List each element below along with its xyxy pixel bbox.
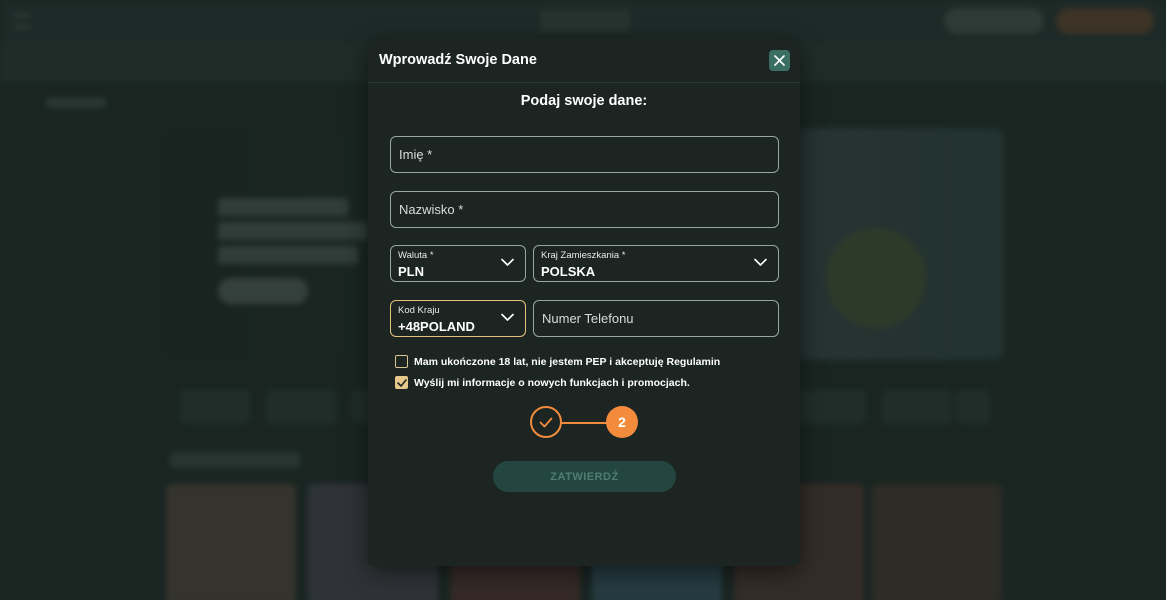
country-code-value: +48POLAND bbox=[398, 319, 475, 334]
registration-stepper: 2 bbox=[530, 406, 640, 440]
first-name-field bbox=[390, 136, 779, 173]
close-icon bbox=[774, 55, 785, 66]
marketing-checkbox-row[interactable]: Wyślij mi informacje o nowych funkcjach … bbox=[395, 376, 690, 389]
country-code-label: Kod Kraju bbox=[398, 305, 440, 316]
currency-select[interactable]: Waluta * PLN bbox=[390, 245, 526, 282]
marketing-checkbox-label: Wyślij mi informacje o nowych funkcjach … bbox=[414, 376, 690, 389]
chevron-down-icon bbox=[501, 313, 514, 321]
step-1-completed bbox=[530, 406, 562, 438]
form-subtitle: Podaj swoje dane: bbox=[520, 93, 648, 109]
checkmark-icon bbox=[396, 378, 407, 387]
chevron-down-icon bbox=[754, 258, 767, 266]
country-value: POLSKA bbox=[541, 264, 596, 279]
close-button[interactable] bbox=[769, 50, 790, 71]
phone-field bbox=[533, 300, 779, 337]
last-name-input[interactable] bbox=[391, 192, 778, 227]
registration-modal: Wprowadź Swoje Dane Podaj swoje dane: Wa… bbox=[368, 39, 800, 566]
currency-value: PLN bbox=[398, 264, 424, 279]
currency-label: Waluta * bbox=[398, 250, 434, 261]
country-label: Kraj Zamieszkania * bbox=[541, 250, 626, 261]
step-connector bbox=[560, 422, 610, 424]
phone-input[interactable] bbox=[534, 301, 778, 336]
submit-button[interactable]: ZATWIERDŹ bbox=[493, 461, 676, 492]
country-code-select[interactable]: Kod Kraju +48POLAND bbox=[390, 300, 526, 337]
terms-checkbox-label: Mam ukończone 18 lat, nie jestem PEP i a… bbox=[414, 355, 721, 368]
country-select[interactable]: Kraj Zamieszkania * POLSKA bbox=[533, 245, 779, 282]
last-name-field bbox=[390, 191, 779, 228]
modal-title: Wprowadź Swoje Dane bbox=[379, 52, 537, 68]
terms-checkbox[interactable] bbox=[395, 355, 408, 368]
modal-header: Wprowadź Swoje Dane bbox=[368, 39, 800, 83]
first-name-input[interactable] bbox=[391, 137, 778, 172]
terms-checkbox-row[interactable]: Mam ukończone 18 lat, nie jestem PEP i a… bbox=[395, 355, 720, 368]
step-2-current: 2 bbox=[606, 406, 638, 438]
marketing-checkbox[interactable] bbox=[395, 376, 408, 389]
chevron-down-icon bbox=[501, 258, 514, 266]
checkmark-icon bbox=[539, 417, 553, 427]
